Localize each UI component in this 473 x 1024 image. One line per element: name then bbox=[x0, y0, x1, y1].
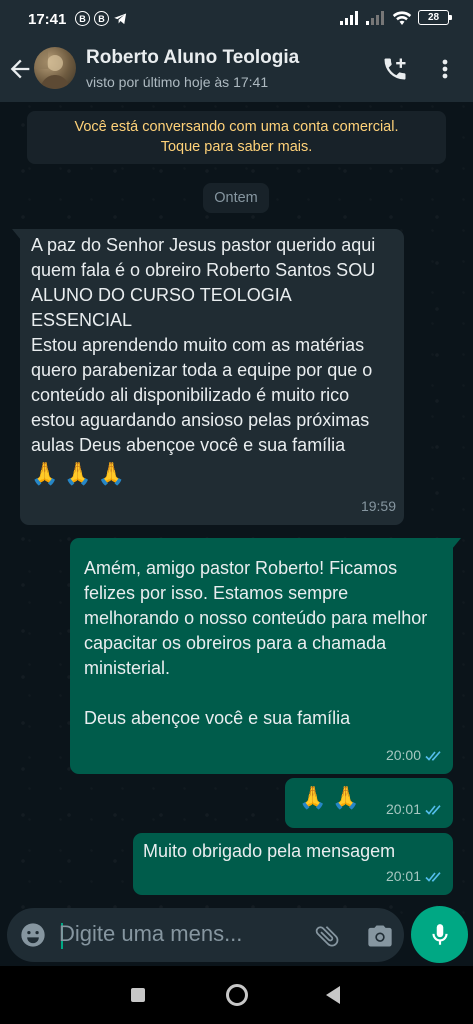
notification-b-icon: B bbox=[94, 11, 109, 26]
avatar[interactable] bbox=[34, 47, 76, 89]
status-time: 17:41 bbox=[28, 11, 67, 28]
notice-line-2: Toque para saber mais. bbox=[160, 139, 313, 155]
message-outgoing[interactable]: Muito obrigado pela mensagem 20:01 bbox=[133, 833, 453, 895]
message-time: 20:00 bbox=[385, 747, 421, 763]
chat-area[interactable]: Você está conversando com uma conta come… bbox=[0, 102, 473, 966]
status-bar: 17:41 B B 28 bbox=[0, 0, 473, 38]
paragraph-break bbox=[84, 681, 445, 706]
wifi-icon bbox=[392, 11, 412, 25]
double-check-icon bbox=[425, 871, 441, 882]
message-time: 19:59 bbox=[360, 498, 396, 514]
message-input[interactable]: Digite uma mens... bbox=[59, 921, 242, 947]
more-vert-icon[interactable] bbox=[435, 55, 455, 83]
message-meta: 20:01 bbox=[386, 864, 445, 889]
message-text: A paz do Senhor Jesus pastor querido aqu… bbox=[31, 235, 376, 455]
double-check-icon bbox=[425, 750, 441, 761]
message-time: 20:01 bbox=[385, 801, 421, 817]
notice-line-1: Você está conversando com uma conta come… bbox=[74, 119, 399, 135]
back-arrow-icon[interactable] bbox=[6, 55, 34, 83]
telegram-icon bbox=[114, 13, 127, 25]
system-status-icons: 28 bbox=[340, 10, 452, 25]
business-account-notice[interactable]: Você está conversando com uma conta come… bbox=[27, 111, 446, 164]
battery-icon: 28 bbox=[418, 10, 452, 25]
notification-icons: B B bbox=[75, 11, 128, 26]
signal-weak-icon bbox=[366, 10, 384, 25]
last-seen: visto por último hoje às 17:41 bbox=[86, 74, 269, 90]
mic-button[interactable] bbox=[411, 906, 468, 963]
attach-icon[interactable] bbox=[313, 922, 341, 950]
nav-back-icon[interactable] bbox=[326, 986, 340, 1004]
home-icon[interactable] bbox=[226, 984, 248, 1006]
double-check-icon bbox=[425, 804, 441, 815]
composer: Digite uma mens... bbox=[0, 900, 473, 966]
message-outgoing[interactable]: Amém, amigo pastor Roberto! Ficamos feli… bbox=[70, 538, 453, 774]
camera-icon[interactable] bbox=[366, 922, 394, 950]
message-meta: 20:00 bbox=[386, 743, 445, 768]
bubble-tail bbox=[452, 538, 461, 549]
message-meta: 19:59 bbox=[361, 494, 396, 519]
recents-icon[interactable] bbox=[131, 988, 145, 1002]
message-input-container[interactable]: Digite uma mens... bbox=[7, 908, 404, 962]
message-outgoing[interactable]: 🙏🙏 20:01 bbox=[285, 778, 453, 828]
mic-icon bbox=[431, 923, 448, 945]
system-nav-bar bbox=[0, 966, 473, 1024]
message-text: Amém, amigo pastor Roberto! Ficamos feli… bbox=[84, 558, 433, 678]
message-incoming[interactable]: A paz do Senhor Jesus pastor querido aqu… bbox=[20, 229, 404, 525]
message-meta: 20:01 bbox=[386, 797, 445, 822]
date-chip: Ontem bbox=[203, 183, 269, 213]
message-time: 20:01 bbox=[385, 868, 421, 884]
contact-name[interactable]: Roberto Aluno Teologia bbox=[86, 47, 299, 69]
message-text: Muito obrigado pela mensagem bbox=[143, 841, 396, 861]
message-emojis: 🙏🙏🙏 bbox=[31, 461, 132, 486]
chat-header: Roberto Aluno Teologia visto por último … bbox=[0, 38, 473, 102]
notification-b-icon: B bbox=[75, 11, 90, 26]
message-text: Deus abençoe você e sua família bbox=[84, 708, 351, 728]
emoji-icon[interactable] bbox=[19, 921, 47, 949]
avatar-photo bbox=[36, 49, 70, 89]
signal-icon bbox=[340, 10, 358, 25]
add-call-icon[interactable] bbox=[381, 55, 409, 83]
